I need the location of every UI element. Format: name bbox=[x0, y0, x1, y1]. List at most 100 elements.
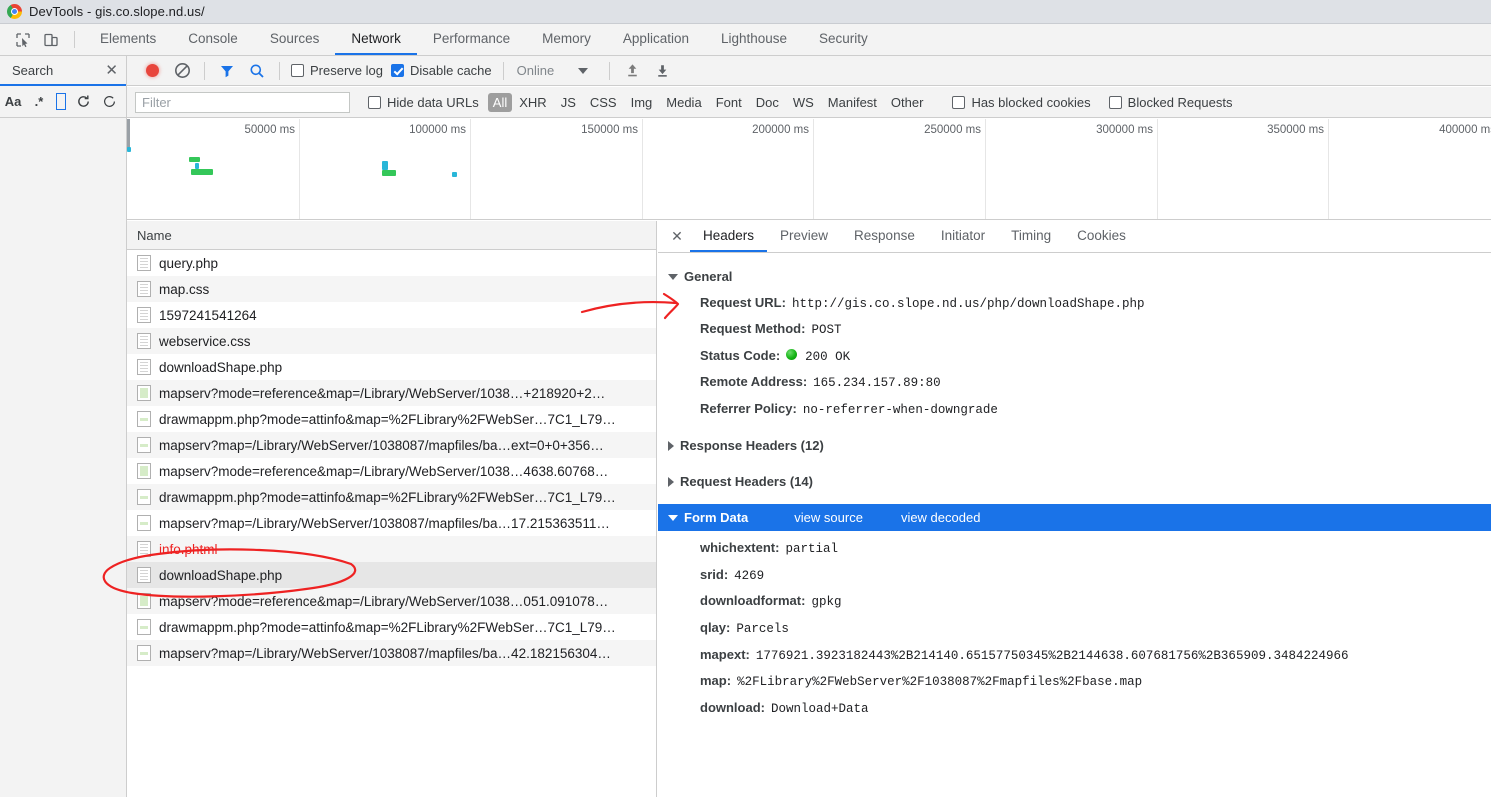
table-row[interactable]: mapserv?mode=reference&map=/Library/WebS… bbox=[127, 588, 656, 614]
disable-cache-checkbox[interactable]: Disable cache bbox=[387, 63, 496, 78]
tab-label: Sources bbox=[269, 31, 320, 46]
record-stop-icon[interactable] bbox=[137, 58, 167, 84]
tab-sources[interactable]: Sources bbox=[254, 24, 336, 55]
table-row[interactable]: drawmappm.php?mode=attinfo&map=%2FLibrar… bbox=[127, 484, 656, 510]
request-name: webservice.css bbox=[159, 333, 251, 349]
chrome-logo-icon bbox=[7, 4, 22, 19]
document-icon bbox=[137, 541, 151, 557]
tab-console[interactable]: Console bbox=[172, 24, 254, 55]
refresh-icon[interactable] bbox=[70, 90, 96, 114]
field-value: POST bbox=[811, 323, 842, 338]
filter-type-other[interactable]: Other bbox=[884, 93, 931, 112]
requests-column-header[interactable]: Name bbox=[127, 221, 656, 250]
tab-memory[interactable]: Memory bbox=[526, 24, 607, 55]
filter-type-img[interactable]: Img bbox=[624, 93, 660, 112]
overview-tick-label: 50000 ms bbox=[244, 124, 295, 136]
field-key: qlay: bbox=[700, 620, 731, 635]
import-har-icon[interactable] bbox=[617, 58, 647, 84]
chevron-down-icon[interactable] bbox=[578, 67, 589, 74]
table-row[interactable]: drawmappm.php?mode=attinfo&map=%2FLibrar… bbox=[127, 406, 656, 432]
table-row[interactable]: downloadShape.php bbox=[127, 562, 656, 588]
request-name: drawmappm.php?mode=attinfo&map=%2FLibrar… bbox=[159, 619, 616, 635]
funnel-filter-icon[interactable] bbox=[212, 58, 242, 84]
filter-type-manifest[interactable]: Manifest bbox=[821, 93, 884, 112]
filter-type-font[interactable]: Font bbox=[709, 93, 749, 112]
clear-icon[interactable] bbox=[96, 90, 122, 114]
view-source-link[interactable]: view source bbox=[794, 510, 863, 525]
blocked-requests-checkbox[interactable]: Blocked Requests bbox=[1105, 95, 1237, 110]
field-value: %2FLibrary%2FWebServer%2F1038087%2Fmapfi… bbox=[737, 675, 1143, 690]
tab-timing[interactable]: Timing bbox=[998, 221, 1064, 252]
filter-type-all[interactable]: All bbox=[487, 92, 513, 112]
table-row[interactable]: mapserv?map=/Library/WebServer/1038087/m… bbox=[127, 432, 656, 458]
table-row[interactable]: info.phtml bbox=[127, 536, 656, 562]
toggle-device-toolbar-icon[interactable] bbox=[37, 24, 65, 55]
tab-performance[interactable]: Performance bbox=[417, 24, 526, 55]
form-data-section-header[interactable]: Form Data view source view decoded bbox=[658, 504, 1491, 532]
general-section-header[interactable]: General bbox=[668, 263, 1491, 290]
field-value: 165.234.157.89:80 bbox=[813, 376, 941, 391]
filter-type-ws[interactable]: WS bbox=[786, 93, 821, 112]
overview-request-bar bbox=[382, 170, 396, 176]
throttling-select[interactable]: Online bbox=[511, 63, 561, 78]
checkbox-box bbox=[368, 95, 381, 109]
filter-type-xhr[interactable]: XHR bbox=[512, 93, 553, 112]
response-headers-section-header[interactable]: Response Headers (12) bbox=[668, 432, 1491, 459]
table-row[interactable]: drawmappm.php?mode=attinfo&map=%2FLibrar… bbox=[127, 614, 656, 640]
table-row[interactable]: query.php bbox=[127, 250, 656, 276]
inspect-element-icon[interactable] bbox=[9, 24, 37, 55]
table-row[interactable]: mapserv?map=/Library/WebServer/1038087/m… bbox=[127, 640, 656, 666]
details-tabbar: ✕ Headers Preview Response Initiator Tim… bbox=[658, 221, 1491, 253]
tab-preview[interactable]: Preview bbox=[767, 221, 841, 252]
field-key: Request URL: bbox=[700, 294, 786, 310]
search-toolbar: Aa .* bbox=[0, 86, 126, 118]
close-icon[interactable]: ✕ bbox=[105, 63, 118, 78]
clear-requests-icon[interactable] bbox=[167, 58, 197, 84]
request-name: downloadShape.php bbox=[159, 567, 283, 583]
request-name: mapserv?mode=reference&map=/Library/WebS… bbox=[159, 463, 609, 479]
has-blocked-cookies-checkbox[interactable]: Has blocked cookies bbox=[948, 95, 1094, 110]
table-row[interactable]: map.css bbox=[127, 276, 656, 302]
request-headers-section-header[interactable]: Request Headers (14) bbox=[668, 468, 1491, 495]
export-har-icon[interactable] bbox=[647, 58, 677, 84]
match-case-button[interactable]: Aa bbox=[0, 90, 26, 114]
tab-network[interactable]: Network bbox=[335, 24, 417, 55]
view-decoded-link[interactable]: view decoded bbox=[901, 510, 981, 525]
tab-response[interactable]: Response bbox=[841, 221, 928, 252]
table-row[interactable]: mapserv?mode=reference&map=/Library/WebS… bbox=[127, 380, 656, 406]
field-key: Request Method: bbox=[700, 321, 806, 337]
tab-initiator[interactable]: Initiator bbox=[928, 221, 998, 252]
table-row[interactable]: webservice.css bbox=[127, 328, 656, 354]
image-icon bbox=[137, 645, 151, 661]
tab-security[interactable]: Security bbox=[803, 24, 884, 55]
has-blocked-cookies-label: Has blocked cookies bbox=[971, 94, 1091, 110]
filter-type-css[interactable]: CSS bbox=[583, 93, 624, 112]
overview-request-bar bbox=[191, 169, 213, 175]
table-row[interactable]: mapserv?mode=reference&map=/Library/WebS… bbox=[127, 458, 656, 484]
search-icon[interactable] bbox=[242, 58, 272, 84]
request-name: mapserv?map=/Library/WebServer/1038087/m… bbox=[159, 515, 610, 531]
overview-request-bar bbox=[189, 157, 200, 162]
toolbar-divider bbox=[74, 31, 75, 48]
table-row[interactable]: mapserv?map=/Library/WebServer/1038087/m… bbox=[127, 510, 656, 536]
table-row[interactable]: downloadShape.php bbox=[127, 354, 656, 380]
tab-lighthouse[interactable]: Lighthouse bbox=[705, 24, 803, 55]
status-ok-icon bbox=[786, 348, 798, 360]
tab-label: Application bbox=[622, 31, 689, 46]
tab-elements[interactable]: Elements bbox=[84, 24, 172, 55]
filter-type-doc[interactable]: Doc bbox=[749, 93, 786, 112]
hide-data-urls-checkbox[interactable]: Hide data URLs bbox=[364, 95, 483, 110]
filter-input[interactable] bbox=[135, 91, 350, 113]
regex-button[interactable]: .* bbox=[26, 90, 52, 114]
filter-type-js[interactable]: JS bbox=[554, 93, 583, 112]
close-icon[interactable]: ✕ bbox=[664, 221, 690, 252]
preserve-log-checkbox[interactable]: Preserve log bbox=[287, 63, 387, 78]
filter-type-media[interactable]: Media bbox=[659, 93, 708, 112]
table-row[interactable]: 1597241541264 bbox=[127, 302, 656, 328]
tab-cookies[interactable]: Cookies bbox=[1064, 221, 1139, 252]
triangle-right-icon bbox=[668, 476, 674, 487]
tab-headers[interactable]: Headers bbox=[690, 221, 768, 252]
network-overview-timeline[interactable]: 50000 ms 100000 ms 150000 ms 200000 ms 2… bbox=[127, 119, 1491, 220]
tab-application[interactable]: Application bbox=[607, 24, 705, 55]
triangle-down-icon bbox=[668, 273, 678, 280]
